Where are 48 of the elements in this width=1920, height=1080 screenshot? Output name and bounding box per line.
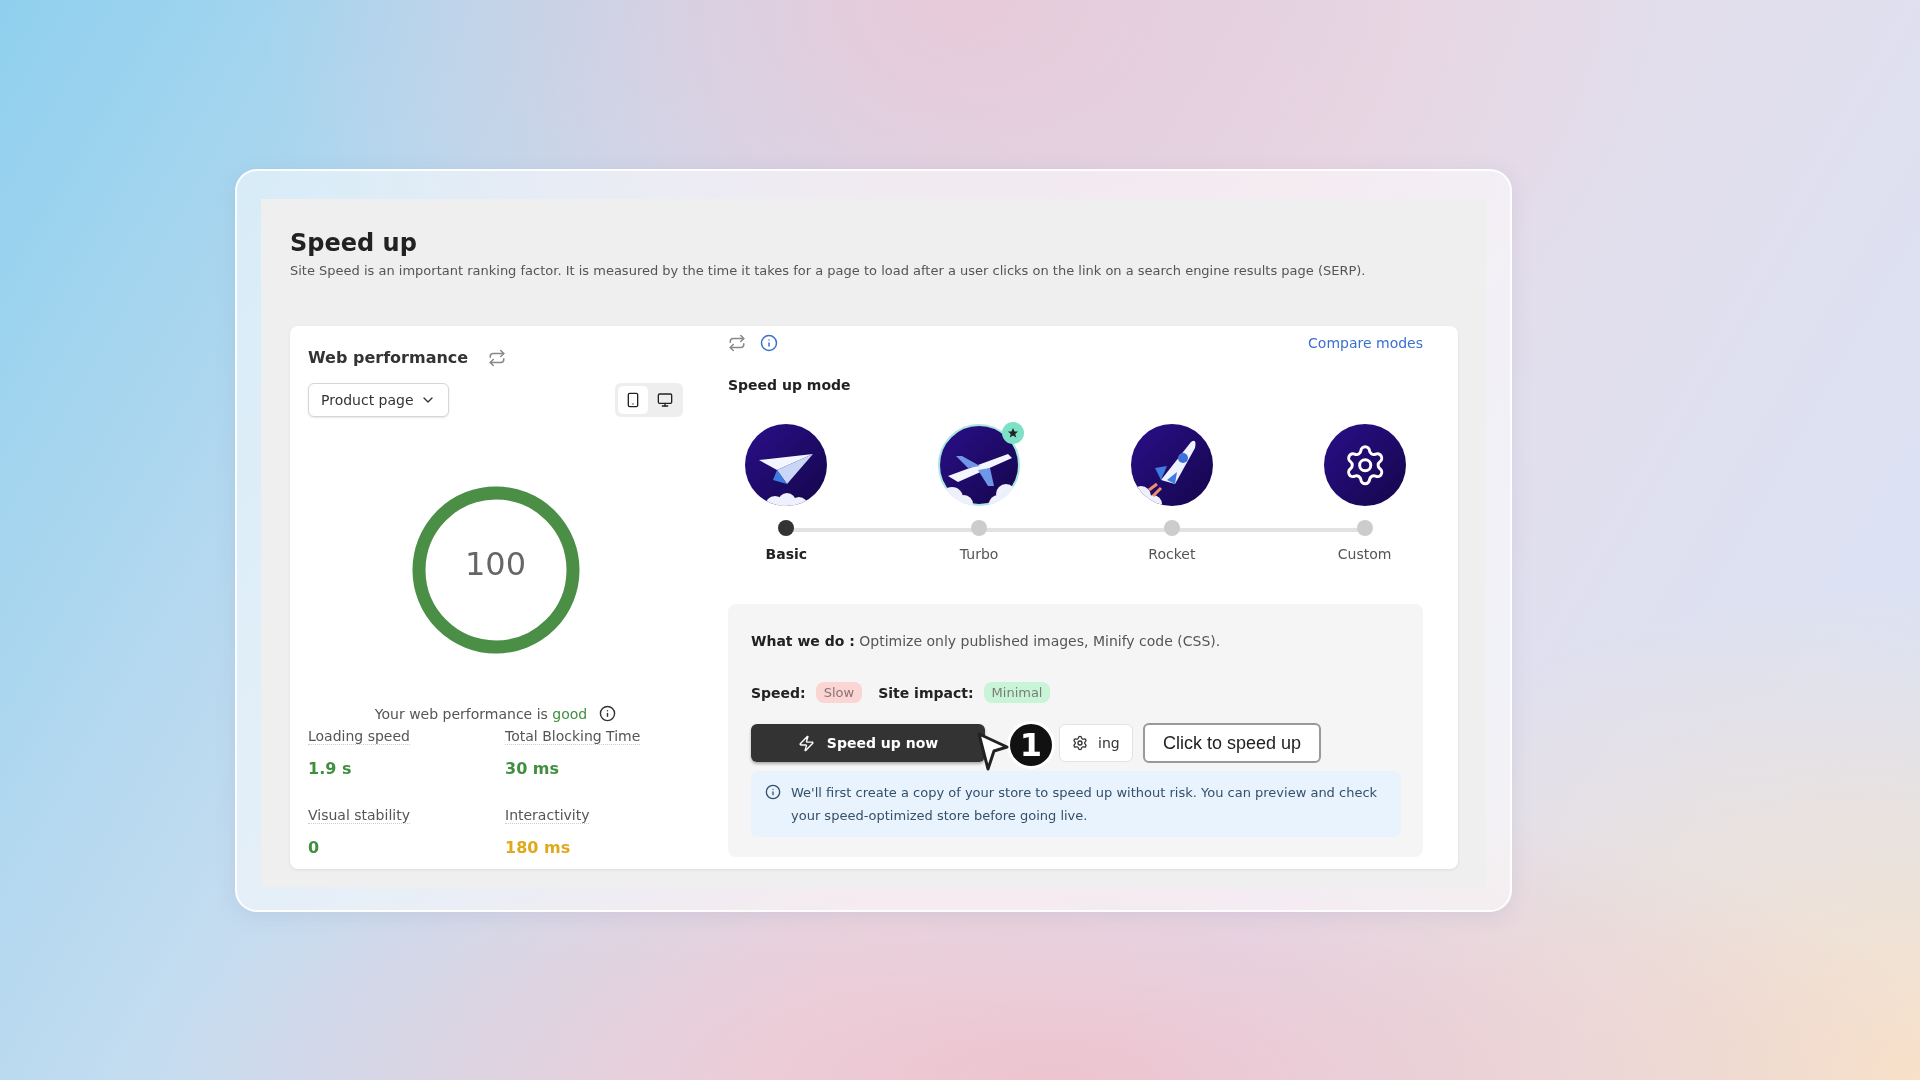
cursor-icon	[977, 732, 1009, 771]
monitor-icon	[657, 392, 673, 408]
speed-up-button[interactable]: Speed up now	[751, 724, 985, 762]
score-value: 100	[463, 545, 528, 583]
step-badge: 1	[1007, 721, 1055, 769]
metric-value: 30 ms	[505, 759, 561, 778]
notice-text: We'll first create a copy of your store to speed up without risk. You can preview and check your speed-optimized store before going live.	[791, 784, 1379, 825]
mode-name[interactable]: Custom	[1337, 546, 1392, 562]
mobile-button[interactable]	[618, 386, 648, 414]
compare-modes-link[interactable]: Compare modes	[1308, 335, 1423, 351]
card-title: Web performance	[308, 348, 469, 367]
airplane-icon	[938, 424, 1021, 506]
refresh-icon[interactable]	[728, 334, 746, 352]
rocket-icon	[1130, 424, 1213, 506]
settings-button[interactable]: ing	[1059, 724, 1133, 762]
rating-tag: Minimal	[983, 682, 1051, 703]
lightning-icon	[797, 734, 815, 752]
phone-icon	[625, 392, 641, 408]
what-we-do-text: What we do : Optimize only published images, Minify code (CSS).	[751, 633, 1222, 649]
refresh-icon[interactable]	[488, 348, 507, 367]
metric-label: Loading speed	[308, 728, 410, 745]
page-title: Speed up	[290, 229, 418, 257]
rating-tag: Slow	[815, 682, 863, 703]
info-icon[interactable]	[599, 705, 617, 722]
page-description: Site Speed is an important ranking factor. It is measured by the time it takes for a page to load after a user clicks on the link on a search engine results page (SERP).	[290, 263, 1367, 278]
info-icon	[765, 784, 781, 800]
mode-step-dot[interactable]	[778, 520, 795, 536]
mode-name[interactable]: Turbo	[959, 546, 999, 562]
page-select[interactable]: Product page	[308, 383, 449, 417]
rating-label: Speed:	[751, 684, 806, 701]
paper-plane-icon	[745, 424, 828, 506]
metric-value: 180 ms	[505, 838, 572, 857]
performance-status: Your web performance is good	[374, 705, 588, 722]
metric-label: Interactivity	[505, 807, 590, 824]
mode-step-dot[interactable]	[1356, 520, 1373, 536]
tooltip: Click to speed up	[1143, 723, 1322, 763]
gear-icon	[1072, 735, 1088, 751]
mode-name[interactable]: Rocket	[1148, 546, 1196, 562]
rating-label: Site impact:	[878, 684, 974, 701]
metric-value: 1.9 s	[308, 759, 353, 778]
mode-step-dot[interactable]	[1163, 520, 1180, 536]
metric-label: Visual stability	[308, 807, 410, 824]
mode-name[interactable]: Basic	[765, 546, 808, 562]
metric-value: 0	[308, 838, 321, 857]
gear-icon	[1323, 424, 1406, 506]
mode-step-dot[interactable]	[971, 520, 988, 536]
section-title: Speed up mode	[728, 377, 852, 393]
metric-label: Total Blocking Time	[505, 728, 641, 745]
